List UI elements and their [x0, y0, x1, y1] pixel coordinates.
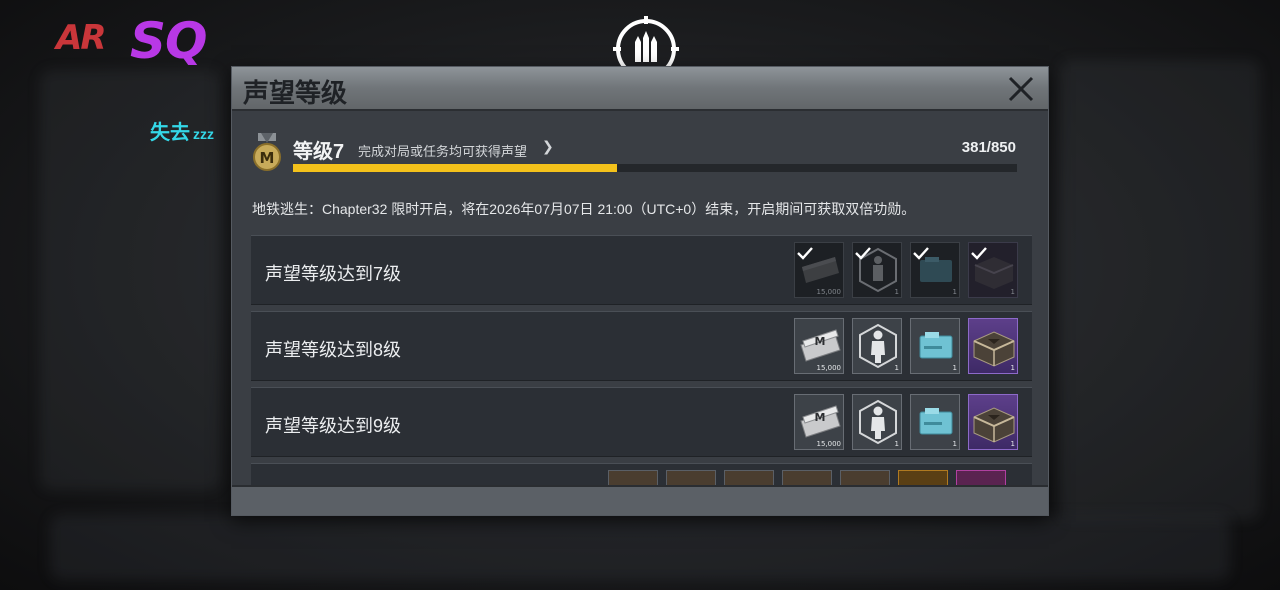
dialog-footer: [232, 485, 1048, 515]
item-count: 1: [894, 288, 899, 296]
item-count: 1: [894, 364, 899, 372]
level-summary: M 等级7 完成对局或任务均可获得声望 ❯ 381/850: [252, 133, 1022, 173]
item-count: 1: [952, 288, 957, 296]
reward-items: 15,000 1 1 1: [794, 242, 1018, 300]
check-icon: [855, 247, 871, 260]
item-count: 15,000: [816, 364, 842, 372]
level-hint-link[interactable]: 完成对局或任务均可获得声望: [358, 141, 527, 160]
reward-row-level-8: 声望等级达到8级 M 15,000 1 1 1: [251, 311, 1032, 381]
reward-item[interactable]: 1: [968, 242, 1018, 298]
item-count: 1: [1010, 440, 1015, 448]
item-count: 15,000: [816, 440, 842, 448]
reward-item[interactable]: 1: [910, 242, 960, 298]
reward-items: M 15,000 1 1 1: [794, 394, 1018, 452]
reward-title: 声望等级达到7级: [265, 264, 402, 284]
medal-icon: M: [253, 133, 281, 171]
reward-item[interactable]: M 15,000: [794, 394, 844, 450]
reward-items-partial: [608, 470, 1018, 485]
check-icon: [971, 247, 987, 260]
check-icon: [913, 247, 929, 260]
reward-item[interactable]: 1: [910, 318, 960, 374]
reward-item[interactable]: 1: [910, 394, 960, 450]
background-lobby-bottom: [50, 515, 1230, 580]
brand-ar-logo: AR: [56, 18, 106, 58]
reward-item[interactable]: 15,000: [794, 242, 844, 298]
item-count: 1: [894, 440, 899, 448]
reward-item[interactable]: 1: [852, 242, 902, 298]
reward-item[interactable]: 1: [968, 318, 1018, 374]
reward-row-next: [251, 463, 1032, 485]
reward-item-partial[interactable]: [724, 470, 774, 485]
svg-text:M: M: [815, 411, 826, 424]
close-icon[interactable]: [1006, 74, 1036, 104]
reward-item-partial[interactable]: [898, 470, 948, 485]
status-tag: 失去 zzz: [150, 116, 214, 145]
reward-item-partial[interactable]: [782, 470, 832, 485]
dialog-title: 声望等级: [243, 78, 348, 108]
reward-item[interactable]: 1: [852, 394, 902, 450]
level-progress-fill: [293, 164, 618, 172]
reward-items: M 15,000 1 1 1: [794, 318, 1018, 376]
item-count: 1: [952, 440, 957, 448]
svg-text:M: M: [815, 335, 826, 348]
level-progress-text: 381/850: [961, 139, 1016, 156]
item-count: 1: [1010, 288, 1015, 296]
check-icon: [797, 247, 813, 260]
sleep-zzz-icon: zzz: [193, 126, 214, 142]
reward-item[interactable]: 1: [852, 318, 902, 374]
level-label: 等级7: [293, 141, 345, 163]
reward-row-level-7: 声望等级达到7级 15,000 1 1 1: [251, 235, 1032, 305]
item-count: 15,000: [816, 288, 842, 296]
reward-item-partial[interactable]: [956, 470, 1006, 485]
event-notice: 地铁逃生：Chapter32 限时开启，将在2026年07月07日 21:00（…: [252, 201, 916, 217]
reward-title: 声望等级达到9级: [265, 416, 402, 436]
reward-item-partial[interactable]: [608, 470, 658, 485]
reward-item[interactable]: 1: [968, 394, 1018, 450]
svg-text:M: M: [260, 149, 275, 167]
dialog-body: M 等级7 完成对局或任务均可获得声望 ❯ 381/850 地铁逃生：Chapt…: [232, 111, 1048, 485]
rewards-list[interactable]: 声望等级达到7级 15,000 1 1 1 声望等级达到8级 M 15,000 …: [251, 235, 1032, 485]
status-text: 失去: [150, 122, 190, 144]
item-count: 1: [952, 364, 957, 372]
reward-title: 声望等级达到8级: [265, 340, 402, 360]
chevron-right-icon[interactable]: ❯: [542, 138, 554, 155]
background-lobby-right: [1060, 60, 1260, 520]
reputation-dialog: 声望等级 M 等级7 完成对局或任务均可获得声望 ❯ 381/850 地铁逃生：…: [231, 66, 1049, 516]
item-count: 1: [1010, 364, 1015, 372]
level-progress-bar: [293, 164, 1017, 172]
brand-sq-logo: SQ: [130, 12, 208, 70]
reward-row-level-9: 声望等级达到9级 M 15,000 1 1 1: [251, 387, 1032, 457]
reward-item-partial[interactable]: [666, 470, 716, 485]
dialog-header: 声望等级: [232, 67, 1048, 111]
reward-item[interactable]: M 15,000: [794, 318, 844, 374]
reward-item-partial[interactable]: [840, 470, 890, 485]
